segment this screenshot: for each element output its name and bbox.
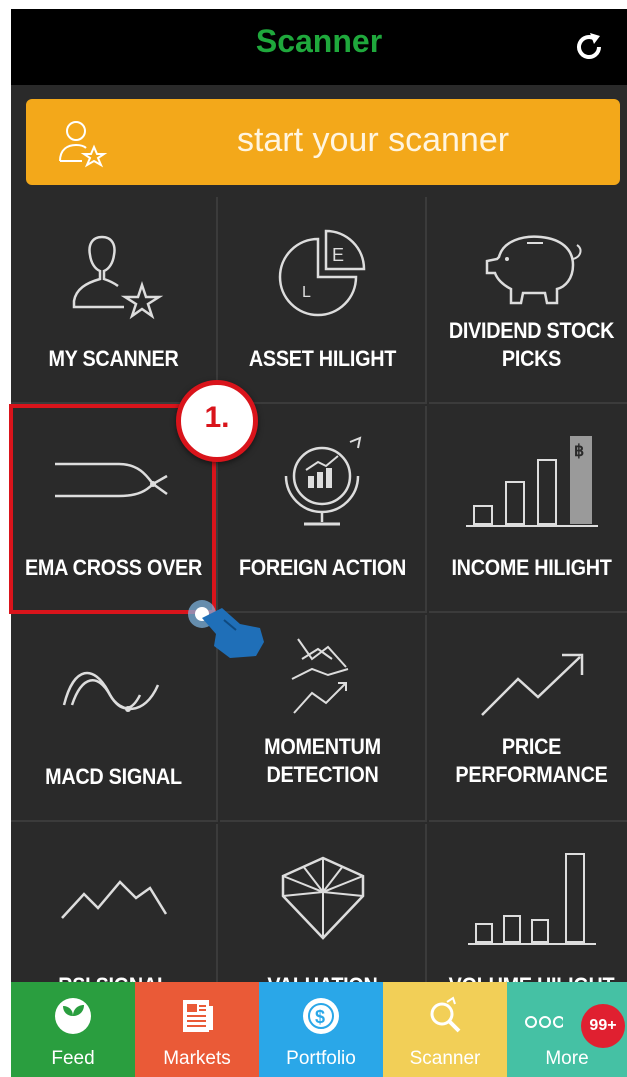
scanner-grid: MY SCANNER E L ASSET HILIGHT DIVIDEND ST… [11, 197, 627, 1037]
tab-label: More [545, 1048, 589, 1069]
start-scanner-label: start your scanner [236, 121, 510, 159]
tile-my-scanner[interactable]: MY SCANNER [11, 197, 218, 404]
sprout-icon [55, 998, 91, 1034]
tab-markets[interactable]: Markets [135, 982, 259, 1077]
trend-arrow-icon [480, 653, 583, 716]
tile-label: INCOME HILIGHT [451, 555, 612, 580]
svg-text:฿: ฿ [574, 443, 584, 460]
tile-label: DIVIDEND STOCK PICKS [448, 318, 615, 371]
start-scanner-button[interactable]: start your scanner [26, 99, 620, 185]
svg-text:E: E [332, 245, 344, 265]
tile-price-performance[interactable]: PRICE PERFORMANCE [429, 615, 627, 822]
diamond-icon [281, 856, 364, 940]
scanner-screen: Scanner start your scanner MY SCANNER E … [11, 9, 627, 1077]
tab-label: Markets [163, 1048, 231, 1069]
user-star-icon [72, 235, 163, 320]
cross-lines-icon [54, 462, 168, 498]
rsi-line-icon [60, 880, 167, 919]
tile-label: EMA CROSS OVER [24, 555, 203, 580]
user-star-icon [59, 121, 108, 168]
volume-bars-icon [467, 853, 596, 945]
tile-asset-hilight[interactable]: E L ASSET HILIGHT [220, 197, 427, 404]
tile-label: FOREIGN ACTION [238, 555, 407, 580]
tab-label: Feed [51, 1048, 95, 1069]
bottom-tab-bar: Feed Markets $ Portfolio Scanner 99+ Mor… [11, 982, 627, 1077]
tap-hand-icon [188, 600, 264, 658]
app-header: Scanner [11, 9, 627, 85]
globe-chart-icon [284, 436, 361, 526]
zigzag-arrows-icon [291, 638, 348, 714]
notification-badge: 99+ [581, 1004, 625, 1048]
pie-chart-icon: E L [278, 229, 365, 317]
tab-label: Portfolio [286, 1048, 356, 1069]
wave-icon [62, 671, 159, 712]
tile-income-hilight[interactable]: ฿ INCOME HILIGHT [429, 406, 627, 613]
more-dots-icon [525, 1016, 563, 1028]
step-badge: 1. [176, 380, 258, 462]
tile-dividend-stock-picks[interactable]: DIVIDEND STOCK PICKS [429, 197, 627, 404]
tile-label: MOMENTUM DETECTION [264, 734, 381, 787]
svg-text:L: L [302, 284, 311, 301]
newspaper-icon [183, 1000, 213, 1032]
tab-scanner[interactable]: Scanner [383, 982, 507, 1077]
tab-portfolio[interactable]: $ Portfolio [259, 982, 383, 1077]
tile-label: ASSET HILIGHT [248, 346, 397, 371]
piggy-bank-icon [485, 235, 581, 305]
scanner-search-icon [430, 996, 461, 1033]
tile-label: PRICE PERFORMANCE [455, 734, 608, 787]
bar-chart-icon: ฿ [465, 436, 598, 527]
tab-more[interactable]: 99+ More [507, 982, 627, 1077]
tab-feed[interactable]: Feed [11, 982, 135, 1077]
tab-label: Scanner [409, 1048, 481, 1069]
svg-text:$: $ [315, 1007, 325, 1027]
step-number: 1. [204, 401, 230, 434]
page-title: Scanner [255, 23, 383, 59]
tile-label: MY SCANNER [48, 346, 179, 371]
tile-label: MACD SIGNAL [45, 764, 182, 789]
coin-icon: $ [303, 998, 339, 1034]
refresh-icon[interactable] [569, 27, 609, 67]
start-banner-area: start your scanner [11, 85, 627, 197]
